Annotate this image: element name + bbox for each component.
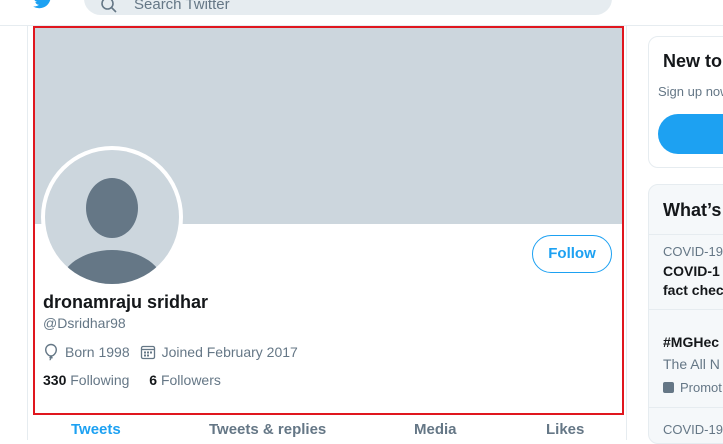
- search-placeholder: Search Twitter: [134, 0, 230, 13]
- profile-header: Follow dronamraju sridhar @Dsridhar98 Bo…: [33, 26, 624, 415]
- tab-media[interactable]: Media: [414, 421, 457, 438]
- followers-link[interactable]: 6 Followers: [149, 372, 221, 388]
- calendar-icon: [140, 345, 155, 360]
- following-count: 330: [43, 372, 67, 388]
- trend-category[interactable]: COVID-19: [663, 422, 723, 437]
- balloon-icon: [44, 343, 58, 361]
- followers-count: 6: [149, 372, 158, 388]
- signup-button[interactable]: [658, 114, 723, 154]
- default-avatar-icon: [45, 150, 179, 284]
- profile-tabs: Tweets Tweets & replies Media Likes: [33, 418, 624, 440]
- promoted-icon: [663, 382, 674, 393]
- promoted-text: Promot: [680, 380, 722, 395]
- tab-tweets[interactable]: Tweets: [71, 421, 121, 438]
- search-icon: [101, 0, 117, 13]
- new-to-subtitle: Sign up now: [658, 84, 723, 99]
- trends-card: What’s COVID-19 COVID-1 fact chec #MGHec…: [648, 184, 723, 444]
- trends-title: What’s: [663, 200, 722, 220]
- promoted-label: Promot: [663, 380, 722, 395]
- profile-stats: 330 Following 6 Followers: [43, 372, 237, 388]
- search-input[interactable]: Search Twitter: [84, 0, 612, 15]
- profile-name: dronamraju sridhar: [43, 292, 209, 312]
- joined-item: Joined February 2017: [140, 344, 298, 360]
- twitter-logo-icon[interactable]: [30, 0, 56, 10]
- trend-title-line2: fact chec: [663, 282, 723, 298]
- profile-handle: @Dsridhar98: [43, 315, 126, 331]
- profile-meta: Born 1998 Joined February 2017: [43, 343, 308, 361]
- tab-likes[interactable]: Likes: [546, 421, 584, 438]
- new-to-title: New to: [663, 51, 723, 71]
- trend-description: The All N: [663, 356, 720, 372]
- avatar[interactable]: [41, 146, 183, 288]
- top-bar: Search Twitter: [0, 0, 723, 26]
- divider: [649, 234, 723, 235]
- trend-title: COVID-1: [663, 263, 720, 279]
- joined-text: Joined February 2017: [161, 344, 298, 360]
- divider: [649, 309, 723, 310]
- trend-category: COVID-19: [663, 244, 723, 259]
- born-text: Born 1998: [65, 344, 130, 360]
- new-to-twitter-card: New to Sign up now: [648, 36, 723, 168]
- follow-button[interactable]: Follow: [532, 235, 612, 273]
- following-link[interactable]: 330 Following: [43, 372, 129, 388]
- tab-tweets-and-replies[interactable]: Tweets & replies: [209, 421, 326, 438]
- divider: [649, 407, 723, 408]
- followers-label: Followers: [160, 372, 221, 388]
- column-divider-right: [626, 26, 627, 440]
- following-label: Following: [70, 372, 130, 388]
- born-item: Born 1998: [43, 343, 130, 361]
- trend-hashtag: #MGHec: [663, 334, 720, 350]
- column-divider-left: [27, 26, 28, 440]
